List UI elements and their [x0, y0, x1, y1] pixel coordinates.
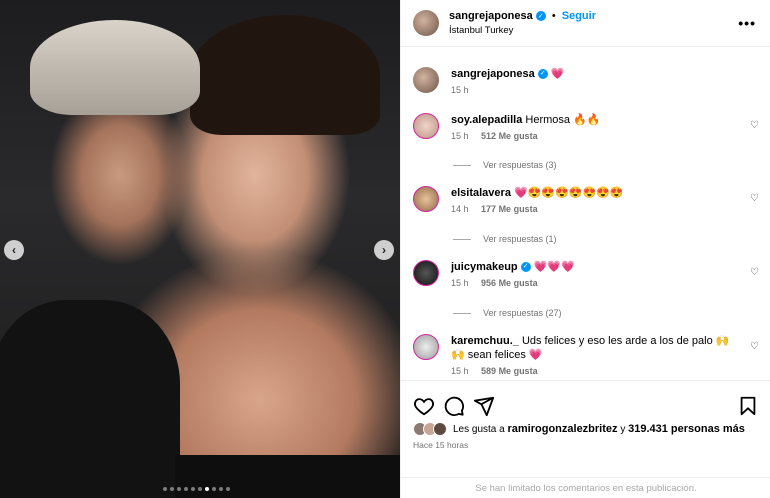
comment-time: 15 h — [451, 131, 469, 141]
heart-icon[interactable]: ♡ — [750, 267, 759, 278]
view-replies-label: Ver respuestas (3) — [483, 160, 557, 170]
comment-username[interactable]: karemchuu._ — [451, 335, 519, 347]
comment-time: 14 h — [451, 204, 469, 214]
replies-line — [453, 238, 471, 240]
carousel-dots — [163, 487, 230, 491]
comment-text: Hermosa 🔥🔥 — [525, 114, 601, 126]
post-side-panel: sangrejaponesa ✓ • Seguir İstanbul Turkey… — [400, 0, 770, 498]
verified-badge-icon: ✓ — [520, 262, 531, 273]
comment-likes[interactable]: 512 Me gusta — [481, 131, 538, 141]
replies-line — [453, 312, 471, 314]
commenter-avatar[interactable] — [413, 260, 439, 286]
heart-icon[interactable] — [413, 395, 435, 417]
comment-likes[interactable]: 177 Me gusta — [481, 204, 538, 214]
post-image[interactable]: ‹ › — [0, 0, 400, 498]
author-username[interactable]: sangrejaponesa — [449, 10, 533, 22]
share-icon[interactable] — [473, 395, 495, 417]
carousel-dot — [170, 487, 174, 491]
view-replies-button[interactable]: Ver respuestas (3) — [453, 160, 557, 170]
carousel-dot — [212, 487, 216, 491]
comment-time: 15 h — [451, 278, 469, 288]
commenter-avatar[interactable] — [413, 186, 439, 212]
verified-badge-icon: ✓ — [535, 11, 546, 22]
image-region-dress — [175, 455, 400, 498]
comments-limited-notice: Se han limitado los comentarios en esta … — [401, 477, 770, 498]
view-replies-label: Ver respuestas (1) — [483, 234, 557, 244]
comment-item: karemchuu._ Uds felices y eso les arde a… — [413, 334, 763, 376]
comment-icon[interactable] — [443, 395, 465, 417]
carousel-next-button[interactable]: › — [374, 240, 394, 260]
dot-separator: • — [551, 10, 556, 22]
follow-button[interactable]: Seguir — [562, 10, 596, 22]
liked-by-connector: y — [620, 423, 626, 435]
bookmark-icon[interactable] — [737, 395, 759, 417]
carousel-dot — [219, 487, 223, 491]
image-region-man-shirt — [0, 300, 180, 498]
image-region-man-hair — [30, 20, 200, 115]
comment-username[interactable]: juicymakeup — [451, 261, 518, 273]
caption-avatar[interactable] — [413, 67, 439, 93]
post-actions: Les gusta a ramirogonzalezbritez y 319.4… — [401, 380, 770, 498]
carousel-dot — [163, 487, 167, 491]
comments-list: sangrejaponesa ✓ 💗 15 h soy.alepadilla He… — [401, 57, 770, 380]
heart-icon[interactable]: ♡ — [750, 193, 759, 204]
caption-text: 💗 — [550, 68, 565, 80]
author-avatar[interactable] — [413, 10, 439, 36]
post-time-ago[interactable]: Hace 15 horas — [401, 440, 770, 450]
post-location[interactable]: İstanbul Turkey — [449, 25, 596, 36]
image-region-woman-hair — [190, 15, 380, 135]
heart-icon[interactable]: ♡ — [750, 120, 759, 131]
view-replies-label: Ver respuestas (27) — [483, 308, 562, 318]
heart-icon[interactable]: ♡ — [750, 341, 759, 352]
carousel-dot — [177, 487, 181, 491]
commenter-avatar[interactable] — [413, 334, 439, 360]
more-options-icon[interactable]: ••• — [738, 15, 756, 31]
liked-by-avatars — [413, 422, 447, 436]
carousel-dot — [191, 487, 195, 491]
action-icons-row — [401, 381, 770, 421]
carousel-dot — [226, 487, 230, 491]
caption-username[interactable]: sangrejaponesa — [451, 68, 535, 80]
comment-likes[interactable]: 956 Me gusta — [481, 278, 538, 288]
comment-item: soy.alepadilla Hermosa 🔥🔥 15 h 512 Me gu… — [413, 113, 763, 141]
liked-by: Les gusta a ramirogonzalezbritez y 319.4… — [401, 422, 770, 436]
comment-text: 💗💗💗 — [533, 261, 575, 273]
liked-by-prefix: Les gusta a — [453, 423, 505, 435]
comment-username[interactable]: elsitalavera — [451, 187, 511, 199]
view-replies-button[interactable]: Ver respuestas (27) — [453, 308, 562, 318]
carousel-dot — [184, 487, 188, 491]
carousel-dot — [198, 487, 202, 491]
liked-by-username[interactable]: ramirogonzalezbritez — [508, 423, 618, 435]
caption: sangrejaponesa ✓ 💗 15 h — [413, 67, 763, 95]
post-header: sangrejaponesa ✓ • Seguir İstanbul Turkey… — [401, 0, 770, 47]
comment-likes[interactable]: 589 Me gusta — [481, 366, 538, 376]
liked-by-count[interactable]: 319.431 personas más — [628, 423, 745, 435]
comment-text: 💗😍😍😍😍😍😍😍 — [514, 187, 624, 199]
verified-badge-icon: ✓ — [537, 69, 548, 80]
replies-line — [453, 164, 471, 166]
comment-item: elsitalavera 💗😍😍😍😍😍😍😍 14 h 177 Me gusta … — [413, 186, 763, 214]
carousel-dot — [205, 487, 209, 491]
carousel-prev-button[interactable]: ‹ — [4, 240, 24, 260]
caption-time: 15 h — [451, 85, 469, 95]
comment-time: 15 h — [451, 366, 469, 376]
liker-avatar[interactable] — [433, 422, 447, 436]
comment-username[interactable]: soy.alepadilla — [451, 114, 522, 126]
view-replies-button[interactable]: Ver respuestas (1) — [453, 234, 557, 244]
comment-item: juicymakeup ✓ 💗💗💗 15 h 956 Me gusta ♡ — [413, 260, 763, 288]
commenter-avatar[interactable] — [413, 113, 439, 139]
